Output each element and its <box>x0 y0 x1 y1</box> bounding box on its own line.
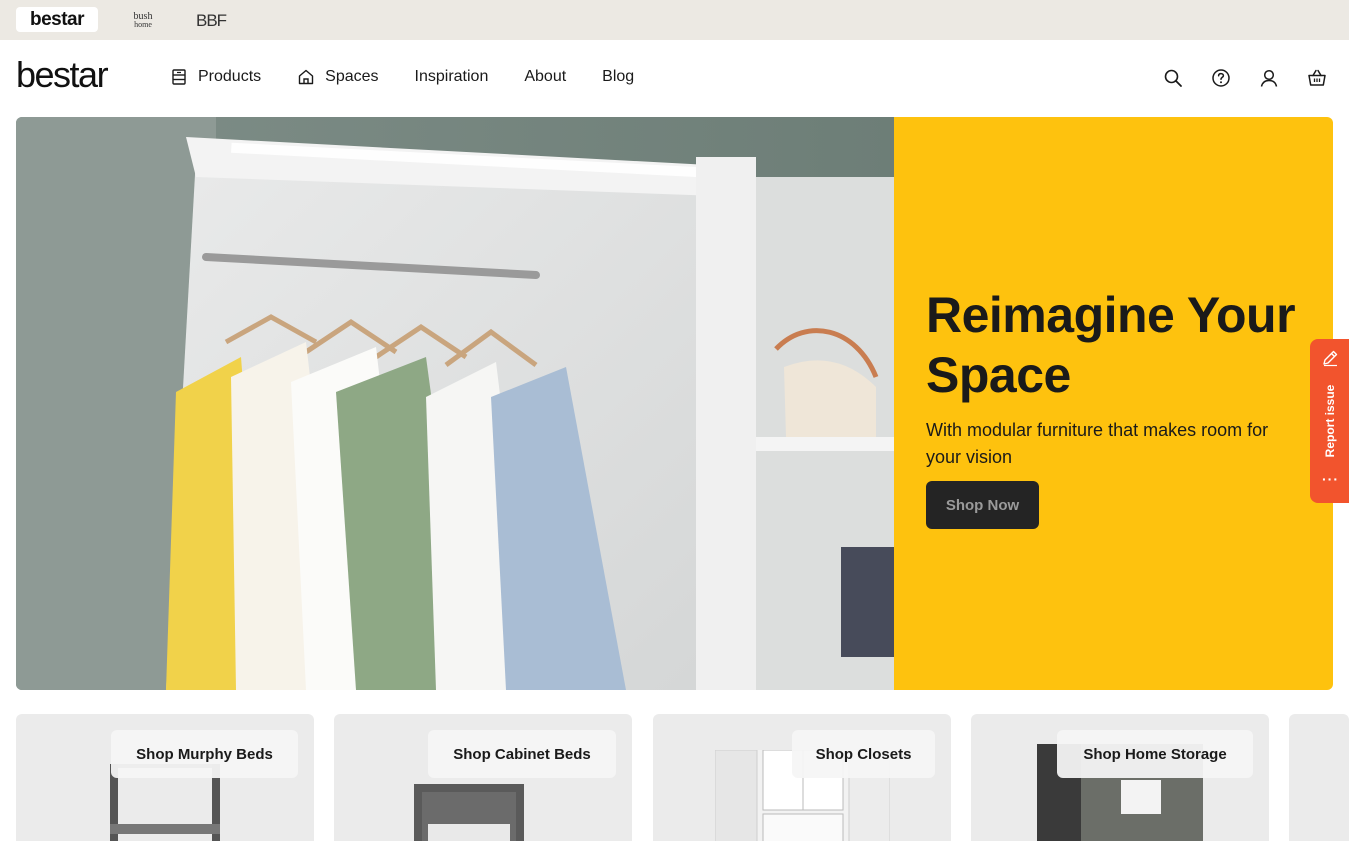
category-cards: Shop Murphy Beds Shop Cabinet Beds Shop … <box>16 714 1349 841</box>
more-dots-icon: ··· <box>1322 471 1339 487</box>
nav-inspiration-label: Inspiration <box>414 68 489 85</box>
nav-spaces-label: Spaces <box>325 68 379 85</box>
card-home-storage-label: Shop Home Storage <box>1057 730 1253 778</box>
help-button[interactable] <box>1207 64 1235 92</box>
svg-text:BBF: BBF <box>196 11 227 29</box>
card-closets-label: Shop Closets <box>792 730 935 778</box>
brand-bestar-label: bestar <box>29 8 85 30</box>
account-button[interactable] <box>1255 64 1283 92</box>
card-home-storage[interactable]: Shop Home Storage <box>971 714 1269 841</box>
card-cabinet-beds-label: Shop Cabinet Beds <box>428 730 616 778</box>
card-murphy-beds-label: Shop Murphy Beds <box>111 730 298 778</box>
header-actions <box>1139 64 1331 92</box>
nav-blog-label: Blog <box>602 68 635 85</box>
cart-button[interactable] <box>1303 64 1331 92</box>
brand-bestar-link[interactable]: bestar <box>16 7 98 32</box>
hero-closet-image <box>16 117 894 690</box>
account-icon <box>1260 69 1278 87</box>
nav-products-label: Products <box>198 68 262 85</box>
main-nav: Products Spaces Inspiration About Blog <box>170 64 670 90</box>
search-button[interactable] <box>1159 64 1187 92</box>
report-issue-label: Report issue <box>1323 384 1337 458</box>
nav-blog[interactable]: Blog <box>602 68 634 86</box>
report-issue-tab[interactable]: Report issue ··· <box>1310 339 1349 503</box>
pencil-icon <box>1323 350 1338 367</box>
help-icon <box>1212 69 1230 87</box>
hero-title: Reimagine Your Space <box>926 287 1296 403</box>
cart-icon <box>1308 69 1326 86</box>
nav-inspiration[interactable]: Inspiration <box>415 68 489 86</box>
cabinet-bed-image <box>414 784 524 841</box>
svg-text:home: home <box>134 20 152 29</box>
search-icon <box>1164 69 1182 87</box>
nav-about-label: About <box>524 68 567 85</box>
bbf-logo-icon: BBF <box>196 11 228 30</box>
bestar-logo[interactable]: bestar <box>16 54 109 96</box>
shop-now-button[interactable]: Shop Now <box>926 481 1039 529</box>
card-cabinet-beds[interactable]: Shop Cabinet Beds <box>334 714 632 841</box>
brand-bbf-link[interactable]: BBF <box>196 11 232 34</box>
nav-spaces[interactable]: Spaces <box>297 68 379 86</box>
card-murphy-beds[interactable]: Shop Murphy Beds <box>16 714 314 841</box>
nav-products[interactable]: Products <box>170 68 261 86</box>
hero-subtitle: With modular furniture that makes room f… <box>926 420 1269 467</box>
card-next-partial[interactable] <box>1289 714 1349 841</box>
hero-banner: Reimagine Your Space With modular furnit… <box>16 117 1333 690</box>
hero-panel: Reimagine Your Space With modular furnit… <box>894 117 1333 690</box>
house-icon <box>298 69 314 85</box>
grid-box-icon <box>172 69 186 85</box>
bush-home-logo-icon: bush home <box>134 11 153 29</box>
nav-about[interactable]: About <box>524 68 566 86</box>
site-header: bestar Products Spaces Inspiration About <box>0 40 1349 115</box>
brand-bush-home-link[interactable]: bush home <box>128 11 158 31</box>
card-closets[interactable]: Shop Closets <box>653 714 951 841</box>
brand-bar: bestar bush home BBF <box>0 0 1349 40</box>
